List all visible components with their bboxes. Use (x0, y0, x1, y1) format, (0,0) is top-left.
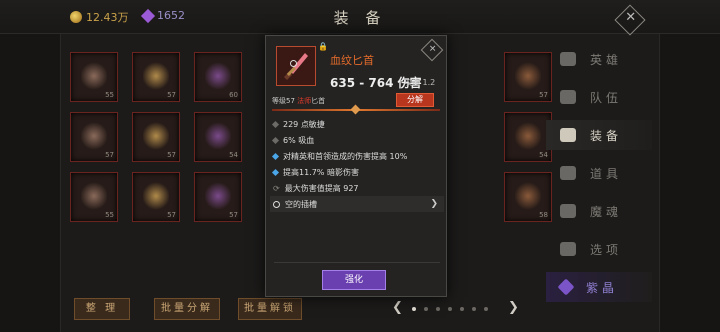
item-icon (205, 121, 231, 151)
inventory-slot[interactable]: 57 (132, 52, 180, 102)
lock-icon[interactable]: 🔒 (318, 42, 328, 51)
divider (274, 262, 440, 263)
item-level: 57 (167, 91, 176, 99)
hero-icon (560, 52, 576, 66)
item-icon (515, 121, 541, 151)
helmet-icon (560, 128, 576, 142)
item-level: 57 (167, 211, 176, 219)
bag-icon (560, 166, 576, 180)
inventory-slot[interactable]: 60 (194, 52, 242, 102)
flame-icon (560, 204, 576, 218)
item-level: 54 (229, 151, 238, 159)
sidebar-item-heroes[interactable]: 英雄 (546, 44, 652, 74)
inventory-slot[interactable]: 54 (504, 112, 552, 162)
page-dot[interactable] (412, 307, 416, 311)
item-icon (81, 61, 107, 91)
circle-icon (290, 60, 297, 67)
stat-line: ⟳ 最大伤害值提高 927 (273, 183, 359, 193)
sidebar-item-soul[interactable]: 魔魂 (546, 196, 652, 226)
sidebar-item-team[interactable]: 队伍 (546, 82, 652, 112)
blue-diamond-bullet-icon (271, 168, 280, 176)
top-bar: 12.43万 1652 装 备 ✕ (0, 0, 720, 36)
reroll-icon: ⟳ (273, 183, 280, 193)
close-button[interactable]: ✕ (614, 4, 646, 36)
sidebar-item-equipment[interactable]: 装备 (546, 120, 652, 150)
sidebar: 英雄 队伍 装备 道具 魔魂 选项 紫晶 (546, 40, 652, 330)
page-dot[interactable] (424, 307, 428, 311)
page-dot[interactable] (460, 307, 464, 311)
divider (272, 104, 440, 115)
item-level: 57 (105, 151, 114, 159)
page-dot[interactable] (448, 307, 452, 311)
item-name: 血纹匕首 (330, 54, 374, 67)
page-dot[interactable] (484, 307, 488, 311)
item-level: 57 (229, 211, 238, 219)
sidebar-item-items[interactable]: 道具 (546, 158, 652, 188)
stat-line: 对精英和首领造成的伤害提高 10% (270, 148, 444, 164)
decompose-button[interactable]: 分解 (396, 93, 434, 107)
inventory-slot[interactable]: 57 (132, 112, 180, 162)
item-level: 60 (229, 91, 238, 99)
page-indicator: ❮ ❯ (392, 300, 520, 316)
batch-unlock-button[interactable]: 批量解锁 (238, 298, 302, 320)
item-level: 57 (167, 151, 176, 159)
close-icon: ✕ (428, 44, 437, 55)
stat-line: 6% 吸血 (270, 132, 444, 148)
item-requirement: 等级57 法师匕首 (272, 97, 326, 105)
flag-icon (560, 90, 576, 104)
batch-decompose-button[interactable]: 批量分解 (154, 298, 220, 320)
inventory-slot[interactable]: 54 (194, 112, 242, 162)
item-icon (205, 181, 231, 211)
stat-line: 提高11.7% 暗影伤害 (270, 164, 444, 180)
sidebar-item-options[interactable]: 选项 (546, 234, 652, 264)
item-icon (143, 61, 169, 91)
empty-socket-row[interactable]: 空的插槽 ❯ (270, 196, 444, 212)
item-icon (81, 181, 107, 211)
item-icon (143, 181, 169, 211)
inventory-slot[interactable]: 57 (504, 52, 552, 102)
item-detail-popup: 🔒 血纹匕首 635 - 764 伤害 攻速 1.2 ✕ 等级57 法师匕首 分… (265, 35, 447, 297)
socket-ring-icon (273, 200, 280, 208)
game-screen: 12.43万 1652 装 备 ✕ 55 57 60 57 57 57 54 54 55 57 57… (0, 0, 720, 332)
item-icon (276, 46, 316, 86)
amethyst-icon (557, 278, 575, 296)
item-level: 55 (105, 91, 114, 99)
item-icon (205, 61, 231, 91)
page-dot[interactable] (472, 307, 476, 311)
blue-diamond-bullet-icon (271, 152, 280, 160)
diamond-icon (350, 104, 361, 115)
popup-close-button[interactable]: ✕ (420, 38, 444, 62)
page-dot[interactable] (436, 307, 440, 311)
inventory-slot[interactable]: 55 (70, 52, 118, 102)
prev-page-button[interactable]: ❮ (392, 300, 403, 315)
inventory-slot[interactable]: 57 (70, 112, 118, 162)
item-icon (143, 121, 169, 151)
attack-speed: 攻速 1.2 (404, 78, 436, 87)
gear-icon (560, 242, 576, 256)
next-page-button[interactable]: ❯ (508, 300, 519, 315)
inventory-slot[interactable]: 55 (70, 172, 118, 222)
diamond-bullet-icon (271, 136, 280, 144)
inventory-slot[interactable]: 57 (194, 172, 242, 222)
item-icon (81, 121, 107, 151)
stat-line: 229 点敏捷 (270, 116, 444, 132)
inventory-slot[interactable]: 58 (504, 172, 552, 222)
inventory-slot[interactable]: 57 (132, 172, 180, 222)
diamond-bullet-icon (271, 120, 280, 128)
close-icon: ✕ (625, 9, 637, 25)
enhance-button[interactable]: 强化 (322, 270, 386, 290)
item-icon (515, 61, 541, 91)
item-icon (515, 181, 541, 211)
sort-button[interactable]: 整 理 (74, 298, 130, 320)
chevron-right-icon: ❯ (430, 199, 438, 209)
page-title: 装 备 (333, 9, 387, 27)
sidebar-item-amethyst[interactable]: 紫晶 (546, 272, 652, 302)
dagger-icon (284, 53, 308, 80)
item-level: 55 (105, 211, 114, 219)
